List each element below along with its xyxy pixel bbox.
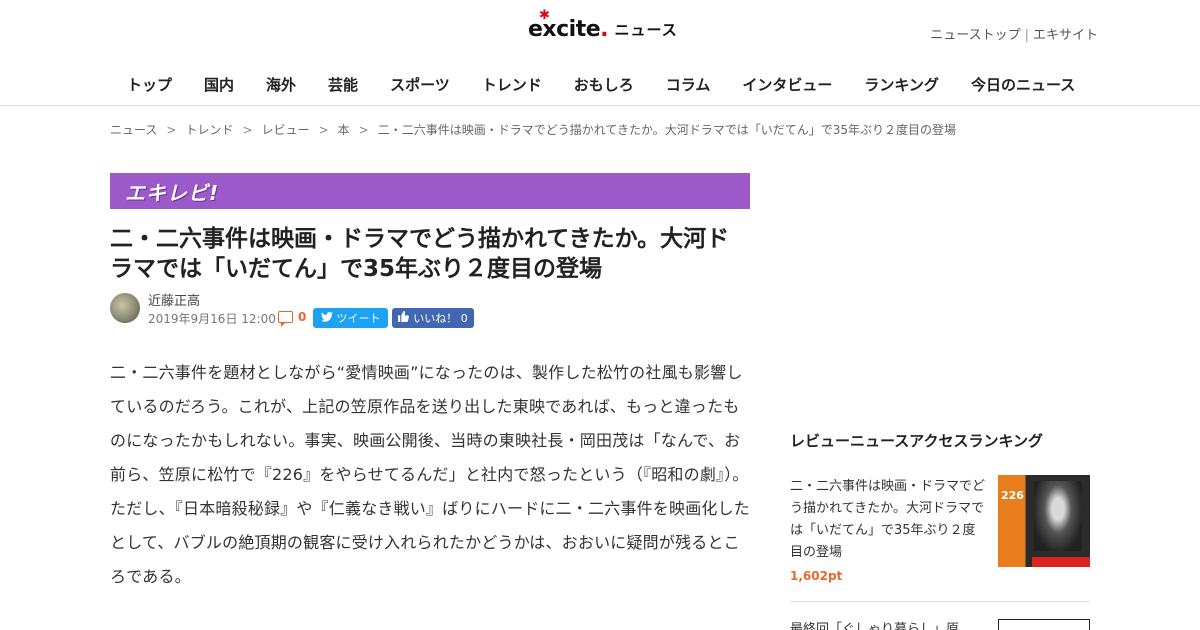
ranking-item-title: 最終回「ぐしゃり暮らし」原	[790, 622, 960, 630]
excite-logo: ✱ excite	[528, 7, 601, 42]
site-header: ✱ excite. ニュース ニューストップ | エキサイト トップ 国内 海外 芸能…	[0, 0, 1200, 106]
author-name[interactable]: 近藤正高	[148, 290, 200, 309]
publish-date: 2019年9月16日 12:00	[148, 312, 276, 326]
ranking-item-thumbnail: 226	[998, 475, 1090, 567]
site-logo[interactable]: ✱ excite. ニュース	[528, 7, 678, 46]
comment-icon	[278, 311, 293, 327]
comment-count: 0	[298, 310, 307, 324]
breadcrumb-current: 二・二六事件は映画・ドラマでどう描かれてきたか。大河ドラマでは「いだてん」で35…	[377, 123, 957, 137]
nav-funny[interactable]: おもしろ	[574, 74, 634, 95]
category-banner[interactable]: エキレビ!	[110, 173, 750, 209]
nav-today-news[interactable]: 今日のニュース	[971, 74, 1075, 95]
breadcrumb-trend[interactable]: トレンド	[185, 123, 233, 137]
nav-top[interactable]: トップ	[127, 74, 172, 95]
logo-suffix: ニュース	[614, 20, 678, 39]
global-nav: トップ 国内 海外 芸能 スポーツ トレンド おもしろ コラム インタビュー ラ…	[111, 74, 1091, 95]
comment-link[interactable]: 0	[278, 310, 307, 327]
nav-entertainment[interactable]: 芸能	[328, 74, 358, 95]
ranking-item-thumbnail	[998, 619, 1090, 630]
like-label: いいね！ 0	[413, 312, 468, 325]
logo-burst-icon: ✱	[539, 7, 550, 23]
ranking-item-title: 二・二六事件は映画・ドラマでどう描かれてきたか。大河ドラマでは「いだてん」で35…	[790, 479, 986, 560]
nav-column[interactable]: コラム	[666, 74, 711, 95]
breadcrumb-review[interactable]: レビュー	[262, 123, 310, 137]
breadcrumb-news[interactable]: ニュース	[110, 123, 157, 137]
ranking-item[interactable]: 二・二六事件は映画・ドラマでどう描かれてきたか。大河ドラマでは「いだてん」で35…	[790, 474, 1090, 602]
nav-trend[interactable]: トレンド	[482, 74, 542, 95]
top-link-excite[interactable]: エキサイト	[1033, 28, 1098, 43]
like-button[interactable]: いいね！ 0	[392, 308, 474, 328]
ranking-item[interactable]: 最終回「ぐしゃり暮らし」原	[790, 618, 1090, 630]
ranking-item-points: 1,602pt	[790, 569, 843, 583]
article-body: 二・二六事件を題材としながら“愛情映画”になったのは、製作した松竹の社風も影響し…	[110, 363, 751, 586]
breadcrumb: ニュース > トレンド > レビュー > 本 > 二・二六事件は映画・ドラマでどう描かれてきたか…	[110, 123, 957, 137]
nav-interview[interactable]: インタビュー	[742, 74, 832, 95]
top-links: ニューストップ | エキサイト	[930, 28, 1098, 43]
thumbs-up-icon	[398, 311, 410, 325]
tweet-label: ツイート	[336, 312, 381, 325]
nav-sports[interactable]: スポーツ	[390, 74, 450, 95]
tweet-button[interactable]: ツイート	[313, 308, 388, 328]
banner-label: エキレビ!	[125, 181, 220, 205]
nav-overseas[interactable]: 海外	[266, 74, 296, 95]
nav-ranking[interactable]: ランキング	[864, 74, 939, 95]
author-avatar[interactable]	[110, 293, 140, 323]
nav-domestic[interactable]: 国内	[204, 74, 234, 95]
breadcrumb-book[interactable]: 本	[338, 123, 350, 137]
article-title: 二・二六事件は映画・ドラマでどう描かれてきたか。大河ドラマでは「いだてん」で35…	[110, 226, 730, 282]
thumbnail-caption: 226	[1001, 489, 1024, 502]
top-link-news-top[interactable]: ニューストップ	[930, 28, 1020, 43]
ranking-heading: レビューニュースアクセスランキング	[790, 432, 1044, 450]
twitter-bird-icon	[320, 311, 333, 325]
